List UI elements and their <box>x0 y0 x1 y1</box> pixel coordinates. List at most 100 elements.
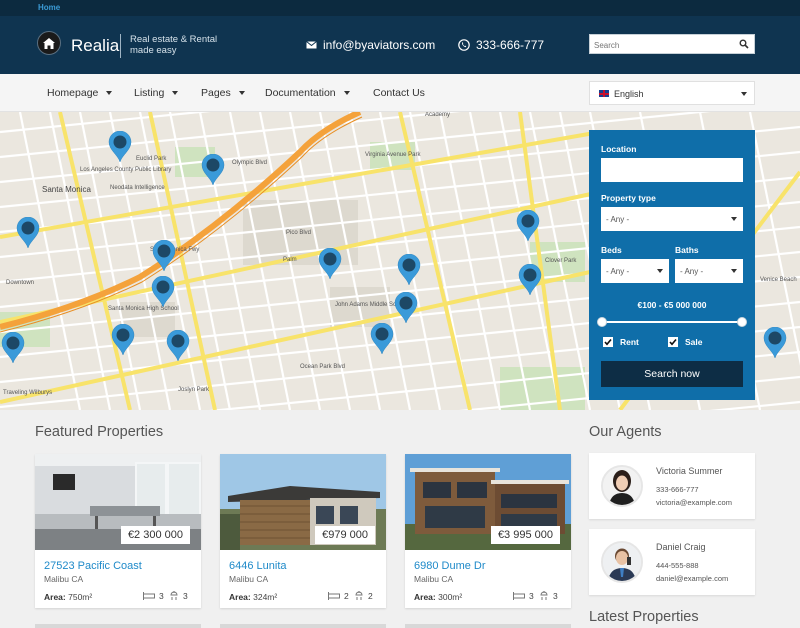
search-input[interactable] <box>590 36 730 55</box>
map-pin-icon[interactable] <box>516 210 540 242</box>
map-pin-icon[interactable] <box>151 276 175 308</box>
agent-phone: 333-666-777 <box>656 485 699 494</box>
bed-icon <box>513 592 525 600</box>
chevron-down-icon <box>172 91 179 95</box>
header-search <box>589 34 755 55</box>
logo-divider <box>120 34 121 58</box>
chevron-down-icon <box>343 91 350 95</box>
avatar[interactable] <box>601 465 643 507</box>
property-title-link[interactable]: 6980 Dume Dr <box>414 560 486 572</box>
property-title-link[interactable]: 6446 Lunita <box>229 560 287 572</box>
next-row-card-edge <box>220 624 386 628</box>
map-pin-icon[interactable] <box>16 217 40 249</box>
avatar[interactable] <box>601 541 643 583</box>
language-label: English <box>614 89 644 99</box>
language-select[interactable]: English <box>589 81 755 105</box>
map-pin-icon[interactable] <box>201 154 225 186</box>
property-area: Area: 324m² <box>229 592 278 602</box>
property-area: Area: 300m² <box>414 592 463 602</box>
price-slider-max-handle[interactable] <box>737 317 747 327</box>
property-type-label: Property type <box>601 193 656 203</box>
map-label-traveling-wilburys: Traveling Wilburys <box>3 390 53 396</box>
map-label-pico-blvd: Pico Blvd <box>286 230 312 236</box>
property-search-panel: Location Property type - Any - Beds - An… <box>589 130 755 400</box>
tagline: Real estate & Rental made easy <box>130 34 218 56</box>
agent-name[interactable]: Daniel Craig <box>656 542 706 552</box>
uk-flag-icon <box>599 90 609 97</box>
agent-card[interactable]: Victoria Summer 333-666-777 victoria@exa… <box>589 453 755 519</box>
property-type-select[interactable]: - Any - <box>601 207 743 231</box>
breadcrumb-home[interactable]: Home <box>38 3 60 12</box>
rent-checkbox[interactable]: Rent <box>603 337 639 347</box>
header-email[interactable]: info@byaviators.com <box>306 38 435 52</box>
property-price: €979 000 <box>315 526 375 544</box>
agent-card[interactable]: Daniel Craig 444-555-888 daniel@example.… <box>589 529 755 595</box>
nav-listing[interactable]: Listing <box>134 87 179 99</box>
price-slider-track[interactable] <box>601 321 743 323</box>
our-agents-title: Our Agents <box>589 424 662 440</box>
location-label: Location <box>601 144 637 154</box>
search-icon[interactable] <box>739 39 749 49</box>
chevron-down-icon <box>741 92 747 96</box>
agent-name[interactable]: Victoria Summer <box>656 466 722 476</box>
main-nav: Homepage Listing Pages Documentation Con… <box>0 74 800 112</box>
nav-contact-us[interactable]: Contact Us <box>373 87 425 99</box>
search-now-button[interactable]: Search now <box>601 361 743 387</box>
beds-label: Beds <box>601 245 622 255</box>
baths-select[interactable]: - Any - <box>675 259 743 283</box>
map-pin-icon[interactable] <box>763 327 787 359</box>
logo-icon[interactable] <box>37 31 61 55</box>
map-label-venice: Venice Beach <box>760 277 797 283</box>
map-pin-icon[interactable] <box>1 332 25 364</box>
agent-email[interactable]: victoria@example.com <box>656 498 732 507</box>
shower-icon <box>540 591 548 600</box>
map-label-virginia-park: Virginia Avenue Park <box>365 152 421 158</box>
map-pin-icon[interactable] <box>152 240 176 272</box>
agent-phone: 444-555-888 <box>656 561 699 570</box>
nav-pages[interactable]: Pages <box>201 87 245 99</box>
next-row-card-edge <box>405 624 571 628</box>
map-label-euclid-park: Euclid Park <box>136 156 167 162</box>
property-title-link[interactable]: 27523 Pacific Coast <box>44 560 142 572</box>
map-pin-icon[interactable] <box>318 248 342 280</box>
property-card[interactable]: €2 300 000 27523 Pacific Coast Malibu CA… <box>35 454 201 608</box>
chevron-down-icon <box>657 269 663 273</box>
sale-checkbox[interactable]: Sale <box>668 337 703 347</box>
map-pin-icon[interactable] <box>166 330 190 362</box>
checkbox-icon <box>603 337 613 347</box>
logo-text[interactable]: Realia <box>71 36 119 56</box>
nav-documentation[interactable]: Documentation <box>265 87 350 99</box>
checkbox-icon <box>668 337 678 347</box>
price-range-label: €100 - €5 000 000 <box>637 300 707 310</box>
map-pin-icon[interactable] <box>394 292 418 324</box>
map-pin-icon[interactable] <box>370 323 394 355</box>
phone-icon <box>458 39 470 51</box>
map-label-olympic-blvd: Olympic Blvd <box>232 160 268 166</box>
nav-homepage[interactable]: Homepage <box>47 87 113 99</box>
map-label-neodata: Neodata Intelligence <box>110 185 165 191</box>
map-label-joslyn-park: Joslyn Park <box>178 387 210 393</box>
shower-icon <box>170 591 178 600</box>
beds-select[interactable]: - Any - <box>601 259 669 283</box>
map-pin-icon[interactable] <box>111 324 135 356</box>
map-pin-icon[interactable] <box>108 131 132 163</box>
price-slider-min-handle[interactable] <box>597 317 607 327</box>
site-header: Realia Real estate & Rental made easy in… <box>0 16 800 74</box>
bed-icon <box>143 592 155 600</box>
location-input[interactable] <box>601 158 743 182</box>
bed-icon <box>328 592 340 600</box>
property-location: Malibu CA <box>229 574 269 584</box>
header-phone-text: 333-666-777 <box>476 38 545 52</box>
agent-email[interactable]: daniel@example.com <box>656 574 728 583</box>
property-beds: 3 <box>143 591 164 601</box>
chevron-down-icon <box>731 269 737 273</box>
map-pin-icon[interactable] <box>397 254 421 286</box>
map-pin-icon[interactable] <box>518 264 542 296</box>
property-card[interactable]: €979 000 6446 Lunita Malibu CA Area: 324… <box>220 454 386 608</box>
property-location: Malibu CA <box>44 574 84 584</box>
envelope-icon <box>306 41 317 49</box>
chevron-down-icon <box>238 91 245 95</box>
map-label-downtown: Downtown <box>6 280 35 286</box>
property-card[interactable]: €3 995 000 6980 Dume Dr Malibu CA Area: … <box>405 454 571 608</box>
header-phone[interactable]: 333-666-777 <box>458 38 544 52</box>
